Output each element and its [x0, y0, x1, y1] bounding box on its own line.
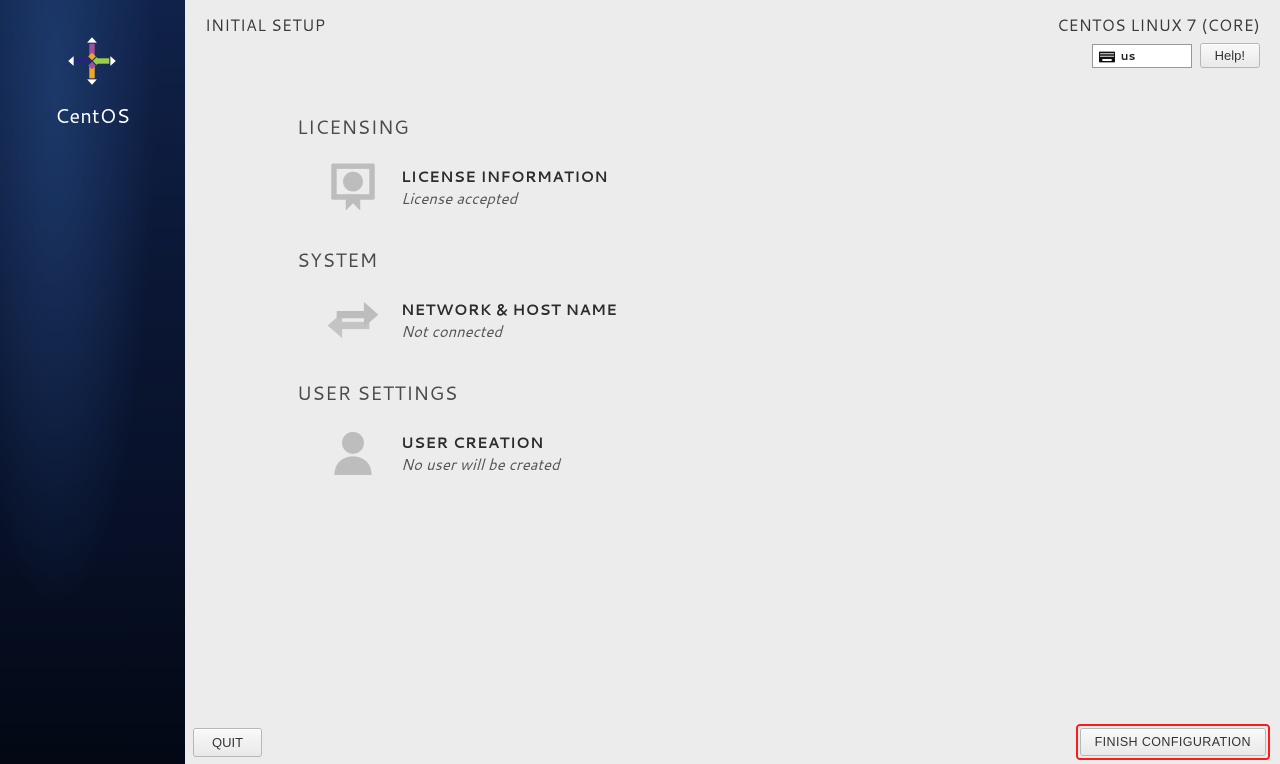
- keyboard-layout-indicator[interactable]: us: [1092, 44, 1192, 68]
- content: LICENSING LICENSE INFORMATION License ac…: [185, 68, 1280, 489]
- spoke-text: USER CREATION No user will be created: [401, 432, 560, 475]
- spoke-status: No user will be created: [401, 454, 560, 475]
- quit-button[interactable]: QUIT: [193, 728, 262, 757]
- spoke-network-hostname[interactable]: NETWORK & HOST NAME Not connected: [297, 284, 943, 356]
- license-icon: [323, 159, 383, 215]
- brand-name: CentOS: [55, 102, 130, 130]
- user-icon: [323, 425, 383, 481]
- spoke-title: NETWORK & HOST NAME: [401, 299, 617, 320]
- footer: QUIT FINISH CONFIGURATION: [185, 718, 1280, 764]
- help-button[interactable]: Help!: [1200, 43, 1260, 68]
- finish-button-highlight: FINISH CONFIGURATION: [1076, 724, 1270, 760]
- section-heading-user-settings: USER SETTINGS: [297, 380, 1280, 407]
- spoke-text: NETWORK & HOST NAME Not connected: [401, 299, 617, 342]
- distro-label: CENTOS LINUX 7 (CORE): [1057, 14, 1260, 37]
- section-heading-licensing: LICENSING: [297, 114, 1280, 141]
- keyboard-layout-value: us: [1121, 47, 1136, 64]
- sidebar: CentOS: [0, 0, 185, 764]
- topbar: INITIAL SETUP CENTOS LINUX 7 (CORE): [185, 0, 1280, 68]
- brand-logo: CentOS: [55, 34, 130, 130]
- section-heading-system: SYSTEM: [297, 247, 1280, 274]
- topbar-right: CENTOS LINUX 7 (CORE) us: [1057, 14, 1260, 68]
- main-panel: INITIAL SETUP CENTOS LINUX 7 (CORE): [185, 0, 1280, 764]
- spoke-title: USER CREATION: [401, 432, 560, 453]
- spoke-user-creation[interactable]: USER CREATION No user will be created: [297, 417, 943, 489]
- topbar-actions: us Help!: [1092, 43, 1260, 68]
- spoke-license-information[interactable]: LICENSE INFORMATION License accepted: [297, 151, 943, 223]
- app-root: CentOS INITIAL SETUP CENTOS LINUX 7 (COR…: [0, 0, 1280, 764]
- spoke-status: Not connected: [401, 321, 617, 342]
- centos-logo-icon: [65, 34, 119, 94]
- keyboard-icon: [1099, 50, 1115, 62]
- spoke-status: License accepted: [401, 188, 608, 209]
- finish-configuration-button[interactable]: FINISH CONFIGURATION: [1080, 728, 1266, 756]
- spoke-title: LICENSE INFORMATION: [401, 166, 608, 187]
- page-title: INITIAL SETUP: [205, 14, 325, 37]
- spoke-text: LICENSE INFORMATION License accepted: [401, 166, 608, 209]
- network-icon: [323, 292, 383, 348]
